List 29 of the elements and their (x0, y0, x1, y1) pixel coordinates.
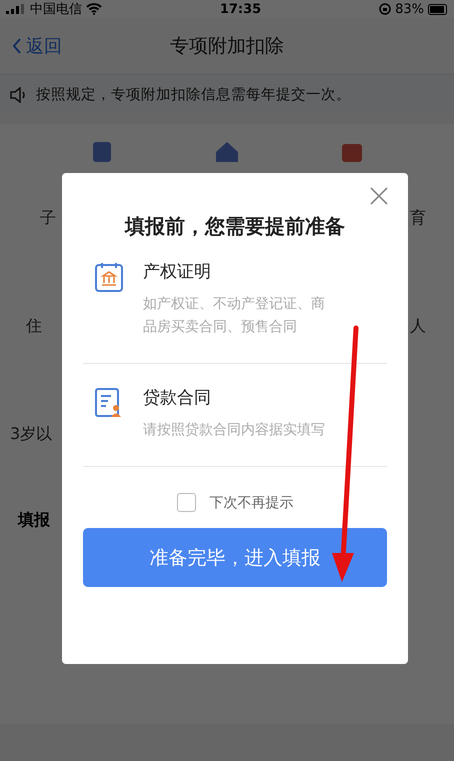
close-icon (370, 187, 388, 205)
signal-icon (6, 4, 26, 14)
carrier: 中国电信 (30, 1, 82, 18)
item-description: 如产权证、不动产登记证、商品房买卖合同、预售合同 (143, 295, 325, 338)
category-label[interactable]: 子 (40, 208, 56, 228)
bank-calendar-icon (95, 262, 123, 292)
dialog-title: 填报前，您需要提前准备 (123, 213, 346, 240)
section-title: 填报 (18, 510, 50, 529)
close-button[interactable] (370, 187, 388, 205)
chevron-left-icon (12, 38, 22, 54)
document-person-icon (95, 388, 123, 418)
rotation-lock-icon (379, 3, 392, 15)
checkbox[interactable] (176, 493, 196, 512)
category-label[interactable]: 3岁以 (10, 424, 52, 444)
notice-text: 按照规定，专项附加扣除信息需每年提交一次。 (36, 86, 351, 104)
item-description: 请按照贷款合同内容据实填写 (143, 421, 325, 440)
category-label[interactable]: 住 (26, 316, 42, 336)
clock: 17:35 (220, 2, 262, 16)
item-title: 贷款合同 (143, 387, 212, 410)
back-button[interactable]: 返回 (12, 34, 62, 58)
checkbox-label: 下次不再提示 (210, 494, 294, 512)
page-title: 专项附加扣除 (170, 34, 284, 59)
wifi-icon (86, 3, 102, 15)
item-title: 产权证明 (143, 261, 212, 283)
category-label[interactable]: 育 (410, 208, 426, 228)
battery-percent: 83% (395, 2, 424, 16)
confirm-button[interactable]: 准备完毕，进入填报 (83, 528, 387, 588)
battery-icon (428, 4, 448, 14)
category-label[interactable]: 人 (410, 316, 426, 336)
